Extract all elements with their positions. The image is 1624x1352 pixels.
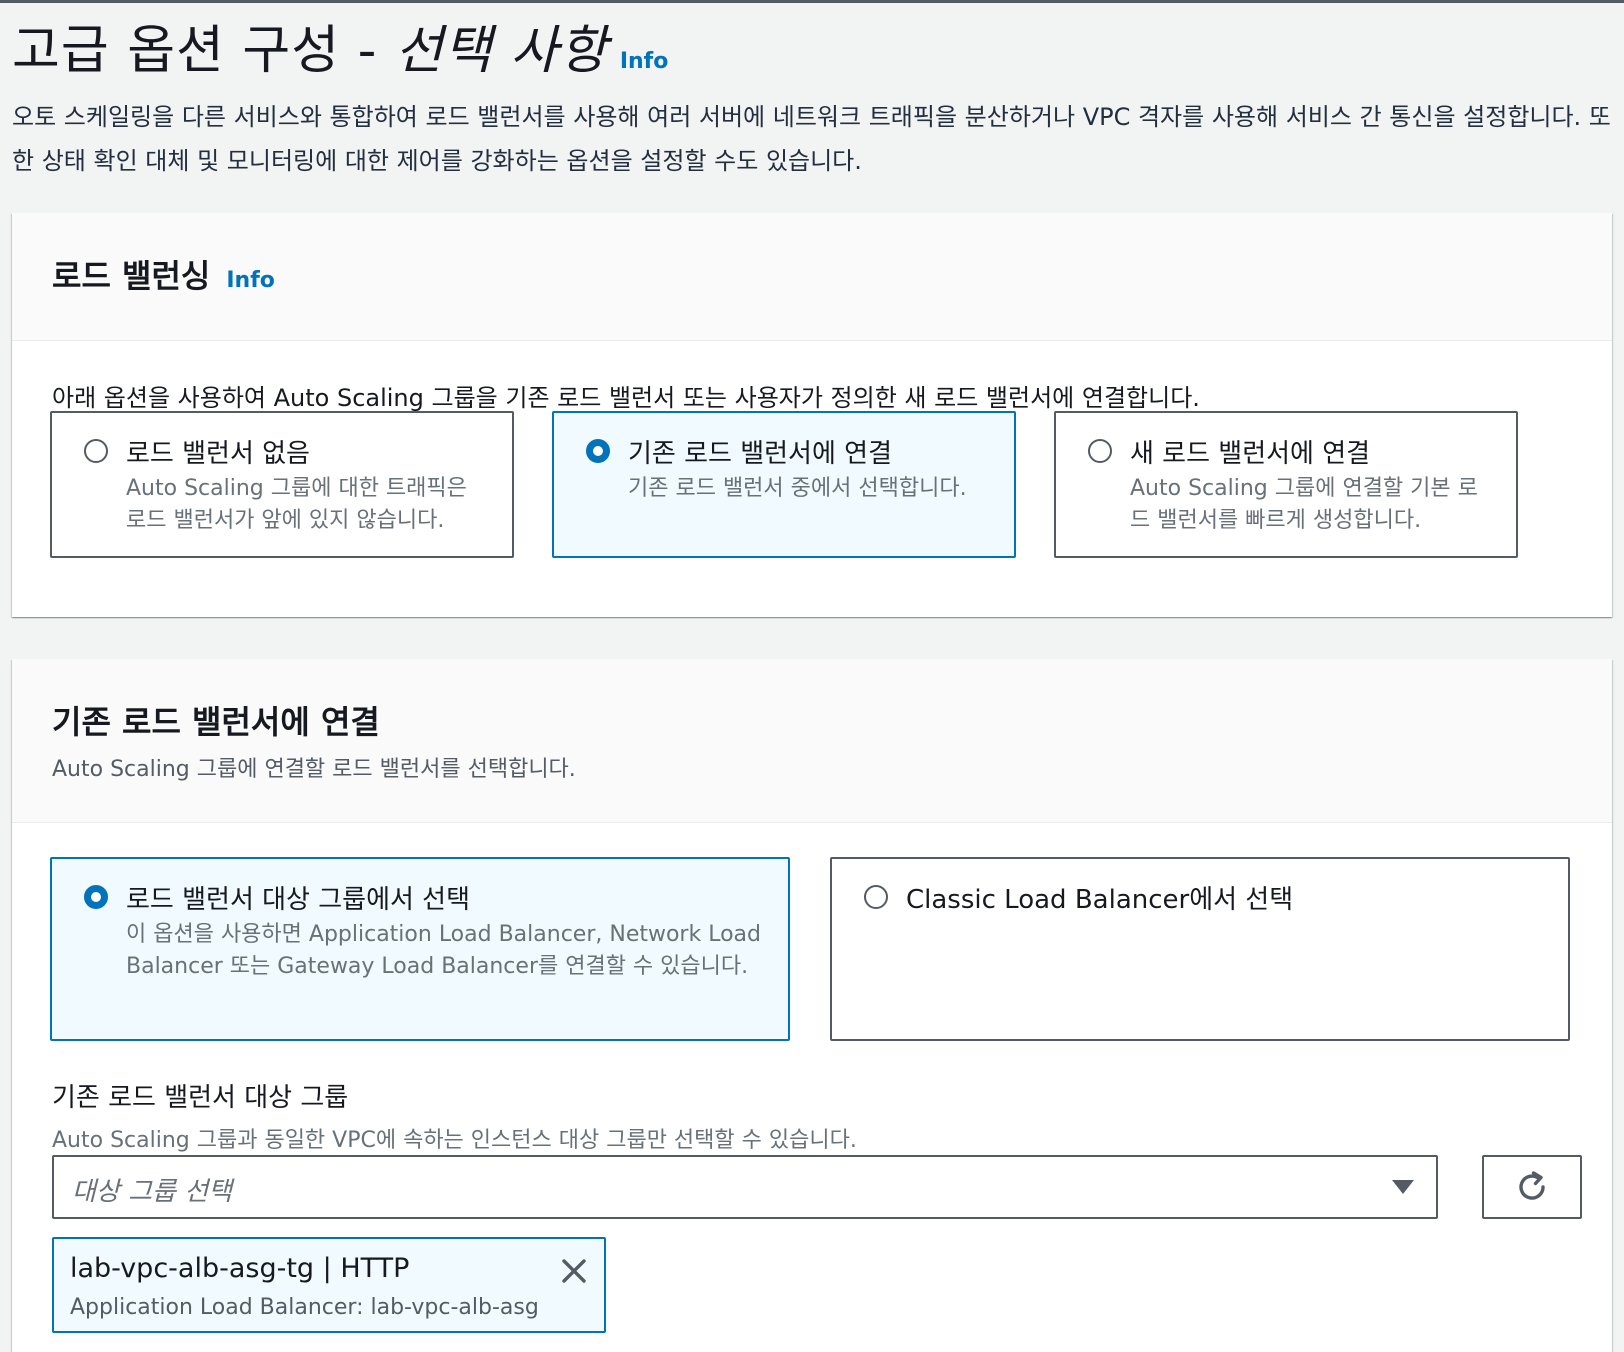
token-title: lab-vpc-alb-asg-tg | HTTP — [70, 1253, 410, 1284]
caret-down-icon — [1392, 1180, 1414, 1194]
radio-no-load-balancer[interactable] — [84, 439, 108, 463]
refresh-icon — [1519, 1171, 1545, 1200]
option-attach-existing-desc: 기존 로드 밸런서 중에서 선택합니다. — [628, 476, 967, 501]
radio-classic-load-balancer[interactable] — [864, 885, 888, 909]
option-classic-load-balancer-label: Classic Load Balancer에서 선택 — [906, 885, 1294, 915]
option-target-groups-label: 로드 밸런서 대상 그룹에서 선택 — [126, 885, 471, 915]
load-balancing-header: 로드 밸런싱 Info — [12, 213, 1612, 341]
option-attach-new-label: 새 로드 밸런서에 연결 — [1130, 439, 1371, 469]
load-balancing-title: 로드 밸런싱 — [52, 257, 211, 295]
option-attach-existing-label: 기존 로드 밸런서에 연결 — [628, 439, 892, 469]
top-border — [0, 0, 1624, 3]
page-title-optional: 선택 사항 — [394, 21, 608, 81]
radio-attach-new[interactable] — [1088, 439, 1112, 463]
attach-existing-title: 기존 로드 밸런서에 연결 — [52, 703, 380, 741]
option-no-load-balancer-desc: Auto Scaling 그룹에 대한 트래픽은 로드 밸런서가 앞에 있지 않… — [126, 476, 467, 533]
load-balancing-info-link[interactable]: Info — [226, 268, 275, 293]
page-description: 오토 스케일링을 다른 서비스와 통합하여 로드 밸런서를 사용해 여러 서버에… — [12, 103, 1611, 175]
option-no-load-balancer[interactable]: 로드 밸런서 없음 Auto Scaling 그룹에 대한 트래픽은 로드 밸런… — [50, 411, 514, 558]
token-dismiss-button[interactable] — [556, 1253, 592, 1289]
option-attach-new-desc: Auto Scaling 그룹에 연결할 기본 로드 밸런서를 빠르게 생성합니… — [1130, 476, 1478, 533]
option-no-load-balancer-label: 로드 밸런서 없음 — [126, 439, 310, 469]
close-icon — [562, 1259, 586, 1283]
target-group-placeholder: 대상 그룹 선택 — [72, 1177, 233, 1207]
option-attach-existing[interactable]: 기존 로드 밸런서에 연결 기존 로드 밸런서 중에서 선택합니다. — [552, 411, 1016, 558]
attach-existing-panel: 기존 로드 밸런서에 연결 Auto Scaling 그룹에 연결할 로드 밸런… — [12, 659, 1612, 1352]
option-target-groups[interactable]: 로드 밸런서 대상 그룹에서 선택 이 옵션을 사용하면 Application… — [50, 857, 790, 1041]
selected-target-group-token: lab-vpc-alb-asg-tg | HTTP Application Lo… — [52, 1237, 606, 1333]
refresh-button[interactable] — [1482, 1155, 1582, 1219]
load-balancing-lead: 아래 옵션을 사용하여 Auto Scaling 그룹을 기존 로드 밸런서 또… — [52, 384, 1200, 412]
target-group-field-label: 기존 로드 밸런서 대상 그룹 — [52, 1083, 349, 1113]
option-target-groups-desc: 이 옵션을 사용하면 Application Load Balancer, Ne… — [126, 922, 761, 979]
page-title: 고급 옵션 구성 - 선택 사항 — [12, 8, 608, 83]
option-attach-new[interactable]: 새 로드 밸런서에 연결 Auto Scaling 그룹에 연결할 기본 로드 … — [1054, 411, 1518, 558]
page-header: 고급 옵션 구성 - 선택 사항 Info 오토 스케일링을 다른 서비스와 통… — [12, 8, 1612, 183]
load-balancing-panel: 로드 밸런싱 Info 아래 옵션을 사용하여 Auto Scaling 그룹을… — [12, 213, 1612, 617]
attach-existing-header: 기존 로드 밸런서에 연결 Auto Scaling 그룹에 연결할 로드 밸런… — [12, 659, 1612, 823]
target-group-select[interactable]: 대상 그룹 선택 — [52, 1155, 1438, 1219]
radio-attach-existing[interactable] — [586, 439, 610, 463]
token-subtitle: Application Load Balancer: lab-vpc-alb-a… — [70, 1295, 539, 1320]
page-title-row: 고급 옵션 구성 - 선택 사항 Info — [12, 8, 1612, 83]
radio-target-groups[interactable] — [84, 885, 108, 909]
page-info-link[interactable]: Info — [620, 49, 669, 74]
page-title-main: 고급 옵션 구성 - — [12, 21, 395, 81]
target-group-field-desc: Auto Scaling 그룹과 동일한 VPC에 속하는 인스턴스 대상 그룹… — [52, 1128, 857, 1153]
attach-existing-subtitle: Auto Scaling 그룹에 연결할 로드 밸런서를 선택합니다. — [52, 757, 576, 782]
option-classic-load-balancer[interactable]: Classic Load Balancer에서 선택 — [830, 857, 1570, 1041]
